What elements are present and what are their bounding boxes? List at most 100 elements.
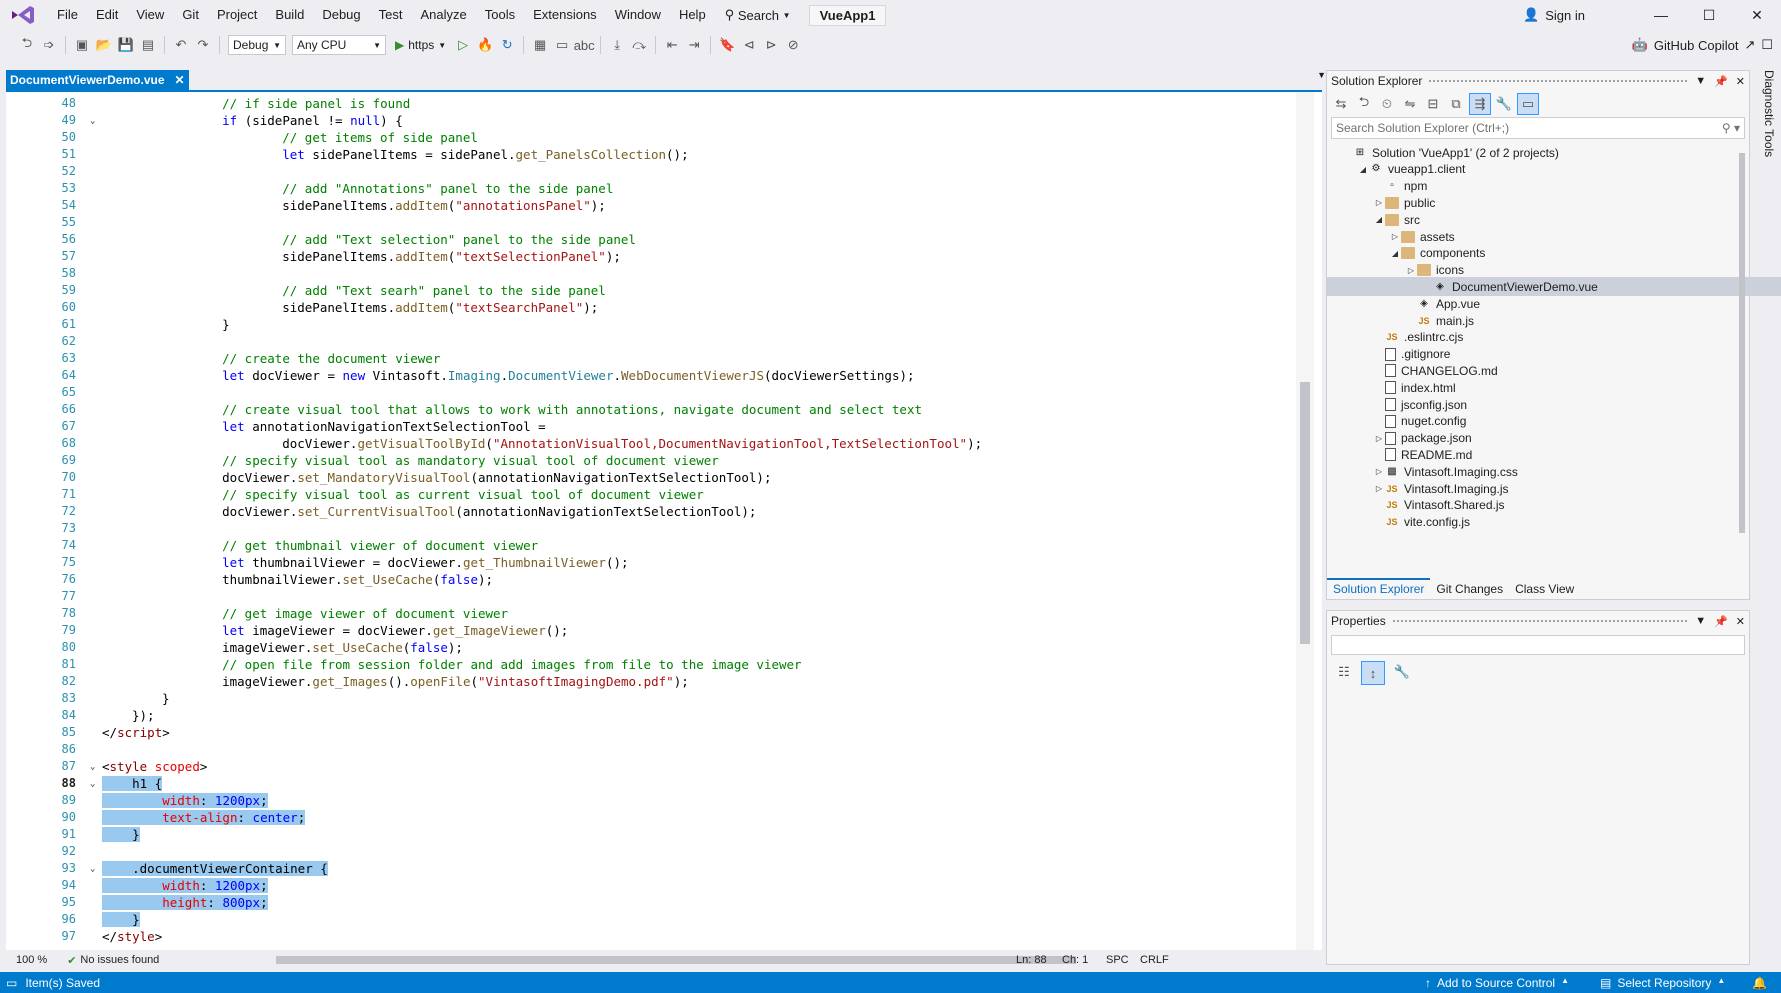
code-line[interactable]: } bbox=[102, 691, 170, 706]
code-line[interactable]: }); bbox=[102, 708, 155, 723]
code-line[interactable]: h1 { bbox=[102, 776, 163, 791]
categorized-icon[interactable]: ☷ bbox=[1333, 661, 1355, 683]
expand-arrow-icon[interactable]: ◢ bbox=[1357, 165, 1369, 174]
code-line[interactable]: // add "Text searh" panel to the side pa… bbox=[102, 283, 606, 298]
minimize-button[interactable]: — bbox=[1637, 7, 1685, 23]
collapse-all-icon[interactable]: ⊟ bbox=[1423, 94, 1443, 114]
code-line[interactable]: width: 1200px; bbox=[102, 878, 268, 893]
fold-toggle-icon[interactable]: ⌄ bbox=[90, 779, 95, 789]
code-line[interactable]: sidePanelItems.addItem("textSearchPanel"… bbox=[102, 300, 598, 315]
code-line[interactable]: // get thumbnail viewer of document view… bbox=[102, 538, 538, 553]
tab-solution-explorer[interactable]: Solution Explorer bbox=[1327, 578, 1431, 598]
code-line[interactable]: // specify visual tool as current visual… bbox=[102, 487, 704, 502]
alphabetical-icon[interactable]: ↕ bbox=[1361, 661, 1385, 685]
menu-git[interactable]: Git bbox=[173, 0, 208, 30]
tab-class-view[interactable]: Class View bbox=[1509, 580, 1580, 598]
platform-select[interactable]: Any CPU ▼ bbox=[292, 35, 386, 55]
code-line[interactable]: .documentViewerContainer { bbox=[102, 861, 328, 876]
menu-build[interactable]: Build bbox=[266, 0, 313, 30]
switch-views-icon[interactable]: ⇆ bbox=[1331, 94, 1351, 114]
start-debug-button[interactable]: ▶ https ▼ bbox=[395, 38, 446, 52]
spell-check-icon[interactable]: abc bbox=[573, 34, 595, 56]
preview-icon[interactable]: ▭ bbox=[1517, 93, 1539, 115]
tab-documentviewerdemo[interactable]: DocumentViewerDemo.vue ✕ bbox=[6, 70, 189, 90]
tree-item[interactable]: ◈ DocumentViewerDemo.vue bbox=[1327, 277, 1781, 297]
back-icon[interactable]: ⮌ bbox=[16, 34, 38, 56]
forward-icon[interactable]: ➩ bbox=[38, 34, 60, 56]
code-line[interactable]: docViewer.getVisualToolById("AnnotationV… bbox=[102, 436, 982, 451]
code-line[interactable]: // create visual tool that allows to wor… bbox=[102, 402, 922, 417]
sign-in-button[interactable]: 👤 Sign in bbox=[1523, 7, 1585, 23]
save-icon[interactable]: 💾 bbox=[115, 34, 137, 56]
redo-icon[interactable]: ↷ bbox=[192, 34, 214, 56]
code-line[interactable]: let docViewer = new Vintasoft.Imaging.Do… bbox=[102, 368, 914, 383]
menu-help[interactable]: Help bbox=[670, 0, 715, 30]
step-over-icon[interactable]: ⤼ bbox=[628, 34, 650, 56]
select-repository-button[interactable]: ▤ Select Repository ▲ bbox=[1600, 976, 1725, 990]
zoom-level[interactable]: 100 % bbox=[6, 954, 57, 966]
code-line[interactable]: // specify visual tool as mandatory visu… bbox=[102, 453, 719, 468]
indent-icon[interactable]: ⇥ bbox=[683, 34, 705, 56]
sync-icon[interactable]: ⇋ bbox=[1400, 94, 1420, 114]
properties-icon[interactable]: 🔧 bbox=[1494, 94, 1514, 114]
code-line[interactable]: sidePanelItems.addItem("annotationsPanel… bbox=[102, 198, 606, 213]
fold-toggle-icon[interactable]: ⌄ bbox=[90, 116, 95, 126]
close-tab-icon[interactable]: ✕ bbox=[175, 73, 185, 87]
menu-analyze[interactable]: Analyze bbox=[411, 0, 475, 30]
undo-icon[interactable]: ↶ bbox=[170, 34, 192, 56]
solution-scrollbar[interactable] bbox=[1737, 143, 1747, 580]
code-line[interactable]: docViewer.set_MandatoryVisualTool(annota… bbox=[102, 470, 771, 485]
expand-arrow-icon[interactable]: ▷ bbox=[1373, 467, 1385, 476]
expand-arrow-icon[interactable]: ◢ bbox=[1389, 249, 1401, 258]
code-line[interactable]: imageViewer.set_UseCache(false); bbox=[102, 640, 463, 655]
drag-grip[interactable] bbox=[1428, 78, 1690, 84]
drag-grip[interactable] bbox=[1391, 618, 1690, 624]
menu-extensions[interactable]: Extensions bbox=[524, 0, 606, 30]
code-line[interactable]: sidePanelItems.addItem("textSelectionPan… bbox=[102, 249, 621, 264]
code-line[interactable]: let sidePanelItems = sidePanel.get_Panel… bbox=[102, 147, 688, 162]
menu-project[interactable]: Project bbox=[208, 0, 266, 30]
editor-scroll-thumb[interactable] bbox=[1300, 382, 1310, 644]
add-to-source-control-button[interactable]: ↑ Add to Source Control ▲ bbox=[1425, 976, 1569, 990]
menu-tools[interactable]: Tools bbox=[476, 0, 524, 30]
code-line[interactable]: width: 1200px; bbox=[102, 793, 268, 808]
pin-icon[interactable]: 📌 bbox=[1714, 615, 1728, 628]
expand-arrow-icon[interactable]: ▷ bbox=[1373, 198, 1385, 207]
code-line[interactable]: } bbox=[102, 827, 140, 842]
code-line[interactable]: // add "Annotations" panel to the side p… bbox=[102, 181, 613, 196]
column-indicator[interactable]: Ch: 1 bbox=[1052, 954, 1098, 966]
browse-icon[interactable]: ▦ bbox=[529, 34, 551, 56]
close-pane-icon[interactable]: ✕ bbox=[1736, 615, 1745, 628]
issues-indicator[interactable]: ✔ No issues found bbox=[57, 954, 169, 967]
code-line[interactable]: // get items of side panel bbox=[102, 130, 478, 145]
save-all-icon[interactable]: ▤ bbox=[137, 34, 159, 56]
open-folder-icon[interactable]: 📂 bbox=[93, 34, 115, 56]
solution-scroll-thumb[interactable] bbox=[1739, 153, 1745, 533]
menu-view[interactable]: View bbox=[127, 0, 173, 30]
menu-test[interactable]: Test bbox=[370, 0, 412, 30]
fold-toggle-icon[interactable]: ⌄ bbox=[90, 864, 95, 874]
editor-vertical-scrollbar[interactable] bbox=[1296, 92, 1314, 950]
pane-menu-icon[interactable]: ▼ bbox=[1695, 75, 1706, 88]
code-line[interactable]: // create the document viewer bbox=[102, 351, 440, 366]
code-line[interactable]: let imageViewer = docViewer.get_ImageVie… bbox=[102, 623, 568, 638]
code-line[interactable]: } bbox=[102, 912, 140, 927]
refresh-icon[interactable]: ↻ bbox=[496, 34, 518, 56]
editor-horizontal-scrollbar[interactable] bbox=[276, 956, 1076, 964]
menu-edit[interactable]: Edit bbox=[87, 0, 127, 30]
close-pane-icon[interactable]: ✕ bbox=[1736, 75, 1745, 88]
back-icon[interactable]: ⮌ bbox=[1354, 94, 1374, 114]
github-copilot-button[interactable]: 🤖 GitHub Copilot ↗ ☐ bbox=[1632, 30, 1773, 60]
code-line[interactable]: text-align: center; bbox=[102, 810, 306, 825]
pin-icon[interactable]: 📌 bbox=[1714, 75, 1728, 88]
fold-toggle-icon[interactable]: ⌄ bbox=[90, 762, 95, 772]
tree-item[interactable]: JS vite.config.js bbox=[1373, 513, 1470, 532]
code-line[interactable]: // open file from session folder and add… bbox=[102, 657, 801, 672]
configuration-select[interactable]: Debug ▼ bbox=[228, 35, 286, 55]
code-line[interactable]: <style scoped> bbox=[102, 759, 207, 774]
code-line[interactable]: let annotationNavigationTextSelectionToo… bbox=[102, 419, 546, 434]
new-project-icon[interactable]: ▣ bbox=[71, 34, 93, 56]
code-editor[interactable]: 48 // if side panel is found 49 ⌄ if (side… bbox=[6, 92, 1322, 950]
menu-file[interactable]: File bbox=[48, 0, 87, 30]
notifications-icon[interactable]: 🔔 bbox=[1752, 976, 1767, 990]
